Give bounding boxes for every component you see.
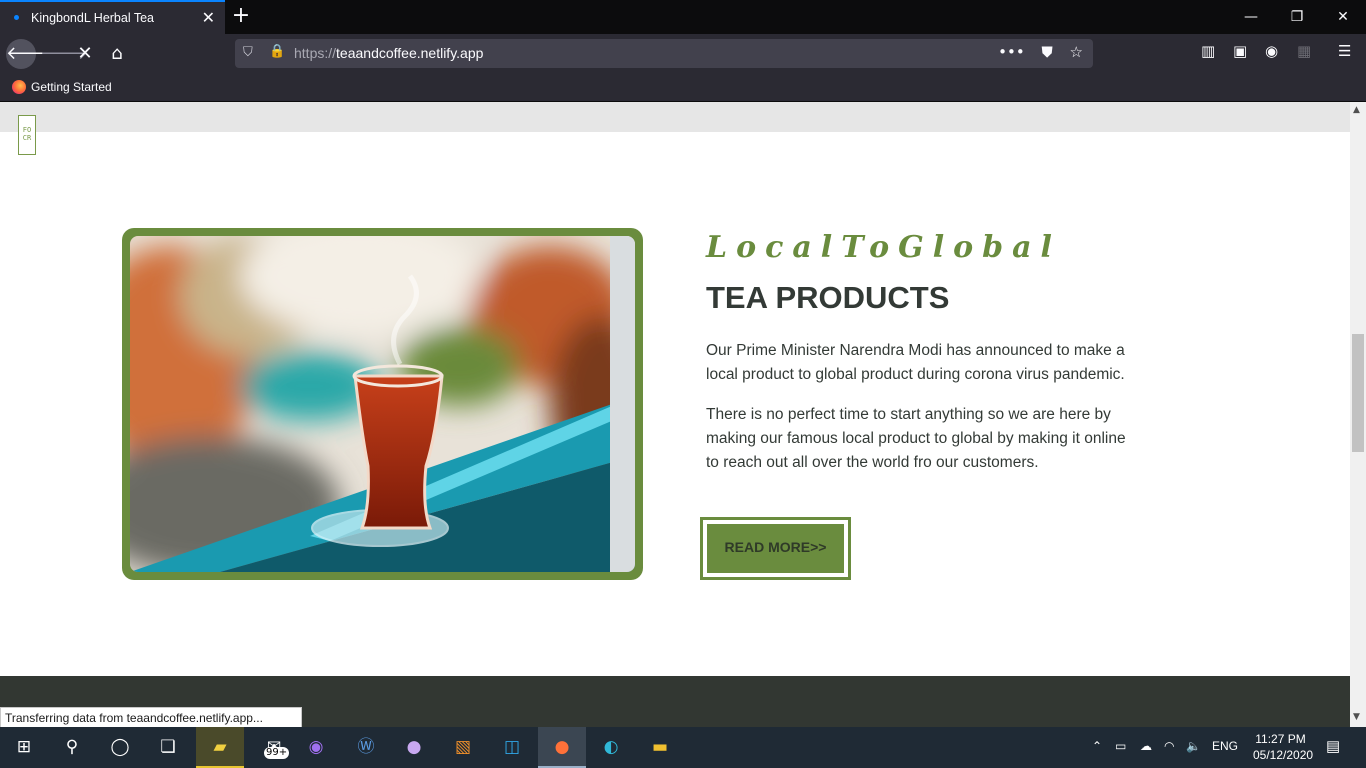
address-bar[interactable]: ⛉ 🔒 https://teaandcoffee.netlify.app •••… bbox=[235, 39, 1093, 68]
task-view-icon[interactable]: ❏ bbox=[144, 727, 192, 768]
read-more-label: READ MORE>> bbox=[707, 524, 844, 573]
sticky-notes-icon[interactable]: ▰ bbox=[196, 727, 244, 768]
tea-glass-photo bbox=[130, 236, 635, 572]
edge-icon[interactable]: ◐ bbox=[587, 727, 635, 768]
navigation-toolbar: 🡐 🡒 ✕ ⌂ ⛉ 🔒 https://teaandcoffee.netlify… bbox=[0, 34, 1366, 74]
scrollbar-thumb[interactable] bbox=[1352, 334, 1364, 452]
page-actions-icon[interactable]: ••• bbox=[998, 43, 1025, 61]
site-logo[interactable]: FO CR bbox=[18, 115, 36, 155]
description-paragraph-1: Our Prime Minister Narendra Modi has ann… bbox=[706, 342, 1125, 383]
page-viewport: FO CR LocalToGlobal TEA PRODUCTS Our Pri… bbox=[0, 102, 1350, 727]
language-indicator[interactable]: ENG bbox=[1212, 739, 1238, 753]
stop-loading-button[interactable]: ✕ bbox=[71, 40, 99, 68]
tab-loading-indicator bbox=[14, 15, 19, 20]
firefox-taskbar-icon[interactable]: ● bbox=[538, 727, 586, 768]
bookmark-star-icon[interactable]: ☆ bbox=[1070, 43, 1083, 61]
wifi-icon[interactable]: ◠ bbox=[1164, 739, 1174, 753]
sublime-text-icon[interactable]: ▧ bbox=[439, 727, 487, 768]
tracking-protection-icon[interactable]: ⛉ bbox=[243, 45, 257, 61]
url-text[interactable]: https://teaandcoffee.netlify.app bbox=[294, 45, 483, 61]
firefox-icon bbox=[12, 80, 26, 94]
tab-strip: KingbondL Herbal Tea ✕ + — ❐ ✕ bbox=[0, 0, 1366, 34]
description-paragraph-2: There is no perfect time to start anythi… bbox=[706, 406, 1126, 471]
new-tab-button[interactable]: + bbox=[230, 3, 252, 29]
account-avatar-icon[interactable]: ◉ bbox=[1265, 42, 1278, 60]
menu-icon[interactable]: ☰ bbox=[1338, 42, 1351, 60]
onedrive-icon[interactable]: ☁ bbox=[1140, 739, 1152, 753]
github-icon[interactable]: ● bbox=[390, 727, 438, 768]
notifications-icon[interactable]: ▤ bbox=[1326, 737, 1340, 755]
bookmark-getting-started[interactable]: Getting Started bbox=[12, 80, 112, 94]
tea-image-frame bbox=[122, 228, 643, 580]
windows-taskbar: ⊞ ⚲ ◯ ❏ ▰ ✉99+ ◉ Ⓦ ● ▧ ◫ ● ◐ ▬ ⌃ ▭ ☁ ◠ 🔈… bbox=[0, 727, 1366, 768]
restore-button[interactable]: ❐ bbox=[1274, 5, 1320, 29]
site-header-strip bbox=[0, 102, 1350, 132]
battery-icon[interactable]: ▭ bbox=[1115, 739, 1126, 753]
start-button[interactable]: ⊞ bbox=[0, 727, 48, 768]
media-player-icon[interactable]: ◉ bbox=[292, 727, 340, 768]
library-icon[interactable]: ▥ bbox=[1201, 42, 1215, 60]
read-more-button[interactable]: READ MORE>> bbox=[700, 517, 851, 580]
show-hidden-icons[interactable]: ⌃ bbox=[1092, 739, 1102, 753]
close-window-button[interactable]: ✕ bbox=[1320, 5, 1366, 29]
minimize-button[interactable]: — bbox=[1228, 5, 1274, 29]
mail-badge: 99+ bbox=[264, 747, 290, 759]
scroll-down-arrow-icon[interactable]: ▼ bbox=[1353, 712, 1360, 722]
search-icon[interactable]: ⚲ bbox=[48, 727, 96, 768]
pocket-icon[interactable]: ⛊ bbox=[1042, 43, 1053, 61]
clock[interactable]: 11:27 PM 05/12/2020 bbox=[1253, 731, 1314, 763]
word-icon[interactable]: Ⓦ bbox=[342, 727, 390, 768]
forward-button[interactable]: 🡒 bbox=[40, 40, 88, 68]
scroll-up-arrow-icon[interactable]: ▲ bbox=[1353, 105, 1360, 115]
clock-date: 05/12/2020 bbox=[1253, 748, 1314, 762]
bookmarks-toolbar: Getting Started bbox=[0, 74, 1366, 102]
cortana-icon[interactable]: ◯ bbox=[96, 727, 144, 768]
tagline: LocalToGlobal bbox=[706, 230, 1061, 265]
clock-time: 11:27 PM bbox=[1255, 732, 1306, 746]
tab-title: KingbondL Herbal Tea bbox=[31, 11, 155, 25]
page-scrollbar[interactable]: ▲ ▼ bbox=[1350, 102, 1366, 727]
file-explorer-icon[interactable]: ▬ bbox=[636, 727, 684, 768]
status-bar: Transferring data from teaandcoffee.netl… bbox=[0, 707, 302, 727]
snip-tool-icon[interactable]: ◫ bbox=[488, 727, 536, 768]
volume-icon[interactable]: 🔈 bbox=[1186, 739, 1201, 753]
home-button[interactable]: ⌂ bbox=[103, 40, 131, 68]
sidebar-icon[interactable]: ▣ bbox=[1233, 42, 1247, 60]
mail-icon[interactable]: ✉99+ bbox=[250, 727, 298, 768]
back-button[interactable]: 🡐 bbox=[6, 39, 54, 69]
section-heading: TEA PRODUCTS bbox=[706, 280, 950, 315]
browser-tab[interactable]: KingbondL Herbal Tea ✕ bbox=[0, 0, 225, 34]
tab-close-icon[interactable]: ✕ bbox=[202, 8, 215, 27]
extension-icon[interactable]: ▦ bbox=[1297, 42, 1311, 60]
lock-icon[interactable]: 🔒 bbox=[269, 44, 285, 59]
